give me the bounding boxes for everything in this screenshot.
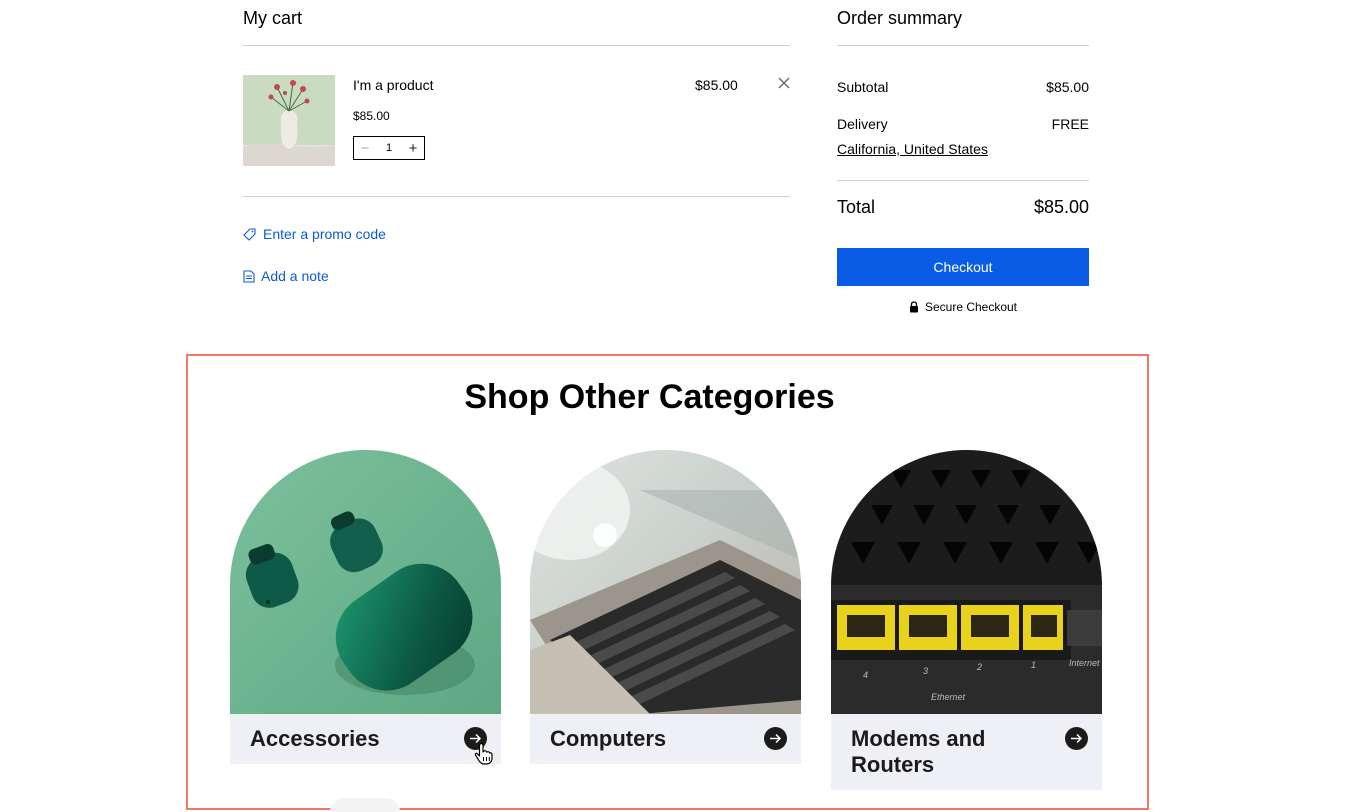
delivery-location-link[interactable]: California, United States [837, 141, 988, 157]
checkout-button[interactable]: Checkout [837, 248, 1089, 286]
remove-item-button[interactable] [777, 76, 791, 92]
quantity-value[interactable]: 1 [378, 137, 400, 159]
delivery-row: Delivery FREE [837, 116, 1089, 132]
hand-cursor-icon [474, 742, 493, 765]
category-card-accessories[interactable]: Accessories [230, 450, 501, 764]
close-icon [778, 77, 790, 89]
divider [243, 196, 790, 197]
add-note-link[interactable]: Add a note [243, 268, 329, 284]
category-image-computers[interactable] [530, 450, 801, 714]
product-image[interactable] [243, 75, 335, 166]
category-card-computers[interactable]: Computers [530, 450, 801, 764]
category-label-box[interactable]: Modems and Routers [831, 714, 1102, 790]
promo-code-label: Enter a promo code [263, 226, 386, 242]
svg-text:1: 1 [1031, 660, 1036, 670]
quantity-stepper[interactable]: − 1 + [353, 136, 425, 160]
category-name[interactable]: Accessories [250, 726, 430, 752]
increase-quantity-button[interactable]: + [402, 137, 424, 159]
category-image-modems-routers[interactable]: 4 3 2 1 Ethernet Internet [831, 450, 1102, 714]
secure-checkout: Secure Checkout [837, 300, 1089, 314]
subtotal-value: $85.00 [1046, 79, 1089, 95]
next-row-card-peek [330, 798, 400, 812]
category-image-accessories[interactable] [230, 450, 501, 714]
arrow-right-icon[interactable] [764, 727, 787, 750]
product-name[interactable]: I'm a product [353, 77, 434, 93]
svg-text:3: 3 [923, 666, 928, 676]
total-label: Total [837, 197, 876, 217]
product-unit-price: $85.00 [353, 109, 390, 123]
svg-text:Ethernet: Ethernet [931, 692, 966, 702]
note-icon [243, 269, 255, 283]
total-row: Total $85.00 [837, 197, 1089, 218]
line-item-price: $85.00 [695, 77, 738, 93]
promo-code-link[interactable]: Enter a promo code [243, 226, 386, 242]
subtotal-label: Subtotal [837, 79, 889, 95]
divider [837, 180, 1089, 181]
svg-text:4: 4 [863, 670, 868, 680]
category-label-box[interactable]: Accessories [230, 714, 501, 764]
decrease-quantity-button[interactable]: − [354, 137, 376, 159]
arrow-right-icon[interactable] [1065, 727, 1088, 750]
svg-text:2: 2 [976, 662, 982, 672]
total-value: $85.00 [1033, 197, 1089, 217]
delivery-value: FREE [1051, 116, 1089, 132]
subtotal-row: Subtotal $85.00 [837, 79, 1089, 95]
lock-icon [909, 301, 918, 313]
category-label-box[interactable]: Computers [530, 714, 801, 764]
delivery-label: Delivery [837, 116, 888, 132]
category-card-modems-routers[interactable]: 4 3 2 1 Ethernet Internet Modems and Routers [831, 450, 1102, 790]
category-name[interactable]: Modems and Routers [851, 726, 1031, 778]
divider [837, 45, 1089, 46]
category-name[interactable]: Computers [550, 726, 730, 752]
add-note-label: Add a note [261, 268, 329, 284]
tag-icon [243, 227, 256, 241]
order-summary-title: Order summary [837, 8, 963, 28]
cart-title: My cart [243, 8, 303, 28]
secure-checkout-label: Secure Checkout [924, 300, 1018, 314]
svg-text:Internet: Internet [1069, 658, 1100, 668]
categories-title: Shop Other Categories [464, 378, 835, 416]
divider [243, 45, 790, 46]
